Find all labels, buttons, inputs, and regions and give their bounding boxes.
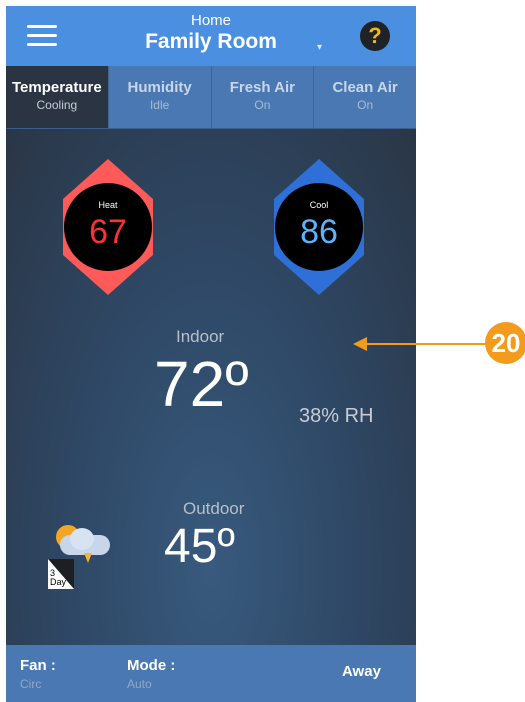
indoor-temperature: 72º: [154, 348, 249, 420]
fan-value: Circ: [20, 677, 42, 691]
tab-label: Clean Air: [332, 79, 398, 96]
outdoor-label: Outdoor: [183, 499, 245, 518]
heat-setpoint-value: 67: [89, 213, 127, 251]
weather-forecast-button[interactable]: 3 Day: [48, 523, 114, 593]
tab-bar: Temperature Cooling Humidity Idle Fresh …: [6, 66, 416, 129]
indoor-label: Indoor: [176, 327, 225, 346]
tab-label: Fresh Air: [229, 79, 296, 96]
mode-value: Auto: [127, 677, 152, 691]
thermostat-app-screen: Home Family Room ▾ ? Temperature Cooling…: [6, 6, 416, 702]
tab-status: On: [254, 98, 271, 112]
tab-status: Cooling: [36, 98, 78, 112]
heat-setpoint-control: Heat 67: [63, 159, 153, 295]
tab-clean-air[interactable]: Clean Air On: [313, 66, 416, 128]
outdoor-temperature: 45º: [164, 520, 235, 573]
callout-line: [363, 343, 490, 345]
tab-temperature[interactable]: Temperature Cooling: [6, 66, 108, 128]
cool-setpoint-display: Cool 86: [275, 183, 363, 271]
location-name: Home: [190, 12, 231, 29]
callout-number-badge: 20: [485, 322, 525, 364]
tab-status: On: [357, 98, 374, 112]
tab-fresh-air[interactable]: Fresh Air On: [210, 66, 314, 128]
heat-label: Heat: [98, 200, 118, 210]
mode-button[interactable]: Mode : Auto: [127, 657, 175, 691]
away-button[interactable]: Away: [342, 663, 381, 680]
indoor-humidity: 38% RH: [299, 405, 374, 427]
callout-arrow-icon: [353, 337, 367, 351]
cool-setpoint-control: Cool 86: [274, 159, 364, 295]
heat-setpoint-display: Heat 67: [64, 183, 152, 271]
tab-label: Temperature: [11, 79, 102, 96]
bottom-bar: Fan : Circ Mode : Auto Away: [6, 645, 416, 702]
forecast-unit: Day: [50, 577, 67, 587]
fan-button[interactable]: Fan : Circ: [20, 657, 56, 691]
cool-setpoint-value: 86: [300, 213, 338, 251]
mode-title: Mode :: [127, 657, 176, 674]
app-header: Home Family Room ▾ ?: [6, 6, 416, 66]
chevron-down-icon[interactable]: ▾: [317, 42, 322, 53]
cool-label: Cool: [309, 200, 329, 210]
tab-status: Idle: [149, 98, 170, 112]
lightning-icon: [84, 553, 92, 563]
help-button[interactable]: ?: [360, 21, 390, 51]
forecast-label: 3 Day: [50, 569, 66, 587]
room-selector[interactable]: Family Room: [6, 30, 416, 54]
temperature-panel: Heat 67 Cool 86 Indoor 72º 38% RH 3 Day …: [6, 129, 416, 645]
fan-title: Fan :: [20, 657, 56, 674]
cloud-puff-icon: [70, 528, 94, 550]
tab-label: Humidity: [127, 79, 192, 96]
tab-humidity[interactable]: Humidity Idle: [107, 66, 211, 128]
